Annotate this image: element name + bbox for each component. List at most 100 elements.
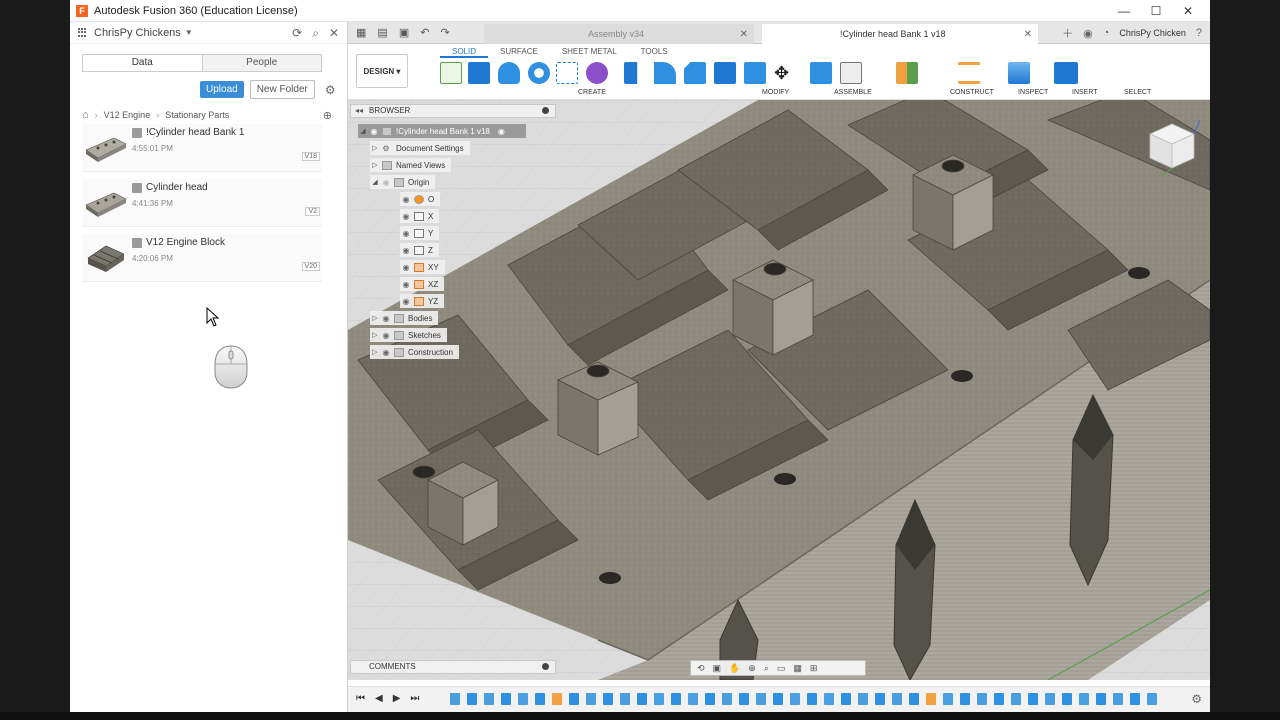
press-pull-icon[interactable] [624,62,638,84]
fit-icon[interactable]: ⌕ [764,663,769,674]
expand-triangle-icon[interactable]: ◢ [370,178,380,186]
team-selector[interactable]: ChrisPy Chickens [94,27,181,39]
look-at-icon[interactable]: ▣ [713,663,722,674]
file-menu-icon[interactable]: ▤ [377,26,387,39]
timeline-feature[interactable] [688,693,698,705]
browser-node-y-axis[interactable]: ◉ Y [400,226,440,240]
timeline-feature[interactable] [909,693,919,705]
timeline-feature[interactable] [892,693,902,705]
timeline-feature[interactable] [773,693,783,705]
timeline-feature[interactable] [1028,693,1038,705]
timeline-feature[interactable] [790,693,800,705]
timeline-feature[interactable] [994,693,1004,705]
revolve-icon[interactable] [498,62,520,84]
visibility-eye-icon[interactable]: ◉ [400,212,412,221]
add-comment-icon[interactable] [542,663,549,670]
browser-node-origin-point[interactable]: ◉ O [400,192,441,206]
visibility-eye-icon[interactable]: ◉ [380,314,392,323]
timeline-feature[interactable] [518,693,528,705]
new-tab-icon[interactable]: ＋ [1062,25,1073,41]
timeline-feature[interactable] [977,693,987,705]
visibility-eye-icon[interactable]: ◉ [400,263,412,272]
maximize-button[interactable]: ☐ [1140,0,1172,22]
expand-triangle-icon[interactable]: ▷ [370,314,380,322]
tab-data[interactable]: Data [83,55,203,71]
timeline-feature[interactable] [552,693,562,705]
timeline-feature[interactable] [467,693,477,705]
chamfer-icon[interactable] [684,62,706,84]
visibility-eye-icon[interactable]: ◉ [380,178,392,187]
timeline-feature[interactable] [535,693,545,705]
timeline-feature[interactable] [586,693,596,705]
timeline-feature[interactable] [569,693,579,705]
timeline-feature[interactable] [824,693,834,705]
timeline-feature[interactable] [654,693,664,705]
hole-icon[interactable] [528,62,550,84]
offset-plane-icon[interactable] [896,62,918,84]
timeline-feature[interactable] [1130,693,1140,705]
visibility-eye-icon[interactable]: ◉ [380,348,392,357]
tab-people[interactable]: People [202,55,321,71]
undo-icon[interactable]: ↶ [420,26,429,39]
tab-assembly[interactable]: Assembly v34 ✕ [484,24,754,44]
timeline-feature[interactable] [671,693,681,705]
timeline-feature[interactable] [960,693,970,705]
create-sketch-icon[interactable] [440,62,462,84]
app-grid-icon[interactable] [78,27,88,38]
insert-image-icon[interactable] [1008,62,1030,84]
tab-solid[interactable]: SOLID [440,46,489,58]
visibility-eye-icon[interactable]: ◉ [380,331,392,340]
timeline-feature[interactable] [1096,693,1106,705]
browser-node-x-axis[interactable]: ◉ X [400,209,440,223]
timeline-feature[interactable] [1113,693,1123,705]
browser-node-yz-plane[interactable]: ◉ YZ [400,294,445,308]
breadcrumb-item-folder[interactable]: Stationary Parts [165,110,229,120]
grid-settings-icon[interactable]: ▦ [793,663,802,674]
expand-triangle-icon[interactable]: ▷ [370,161,380,169]
select-icon[interactable] [1054,62,1078,84]
expand-triangle-icon[interactable]: ▷ [370,144,380,152]
joint-icon[interactable] [840,62,862,84]
view-cube[interactable] [1142,116,1202,180]
group-construct[interactable]: CONSTRUCT [950,89,994,96]
timeline-feature[interactable] [926,693,936,705]
browser-node-document-settings[interactable]: ▷ ⚙ Document Settings [370,141,470,155]
tab-sheet-metal[interactable]: SHEET METAL [550,46,629,58]
timeline-feature[interactable] [858,693,868,705]
tab-surface[interactable]: SURFACE [488,46,550,58]
browser-node-named-views[interactable]: ▷ Named Views [370,158,452,172]
browser-node-z-axis[interactable]: ◉ Z [400,243,439,257]
group-select[interactable]: SELECT [1124,89,1151,96]
timeline-feature[interactable] [943,693,953,705]
viewports-icon[interactable]: ⊞ [810,663,818,674]
timeline-feature[interactable] [1045,693,1055,705]
pan-icon[interactable]: ✋ [729,663,740,674]
data-panel-toggle-icon[interactable]: ▦ [356,26,366,39]
file-item[interactable]: Cylinder head 4:41:36 PM V2 [82,179,322,227]
group-create[interactable]: CREATE [578,89,606,96]
timeline-feature[interactable] [841,693,851,705]
collapse-icon[interactable]: ◂◂ [355,105,363,117]
activate-radio-icon[interactable]: ◉ [498,127,505,136]
visibility-eye-icon[interactable]: ◉ [400,280,412,289]
timeline-play-icon[interactable]: ▶ [393,693,401,704]
timeline-start-icon[interactable]: ⏮ [356,693,365,704]
timeline-feature[interactable] [637,693,647,705]
visibility-eye-icon[interactable]: ◉ [400,229,412,238]
minimize-button[interactable]: — [1108,0,1140,22]
home-icon[interactable]: ⌂ [82,109,89,121]
shell-icon[interactable] [714,62,736,84]
extrude-icon[interactable] [468,62,490,84]
timeline-end-icon[interactable]: ⏭ [410,693,419,704]
extensions-icon[interactable]: ◉ [1083,27,1093,40]
timeline-feature[interactable] [501,693,511,705]
share-icon[interactable]: ⊕ [323,109,332,122]
tab-cylinder-head[interactable]: !Cylinder head Bank 1 v18 ✕ [762,24,1038,44]
move-icon[interactable]: ✥ [774,62,796,84]
file-item[interactable]: !Cylinder head Bank 1 4:55:01 PM V18 [82,124,322,172]
version-badge[interactable]: V2 [305,207,320,216]
timeline-feature[interactable] [705,693,715,705]
refresh-icon[interactable]: ⟳ [292,26,302,41]
new-folder-button[interactable]: New Folder [249,80,315,99]
version-badge[interactable]: V18 [301,152,320,161]
